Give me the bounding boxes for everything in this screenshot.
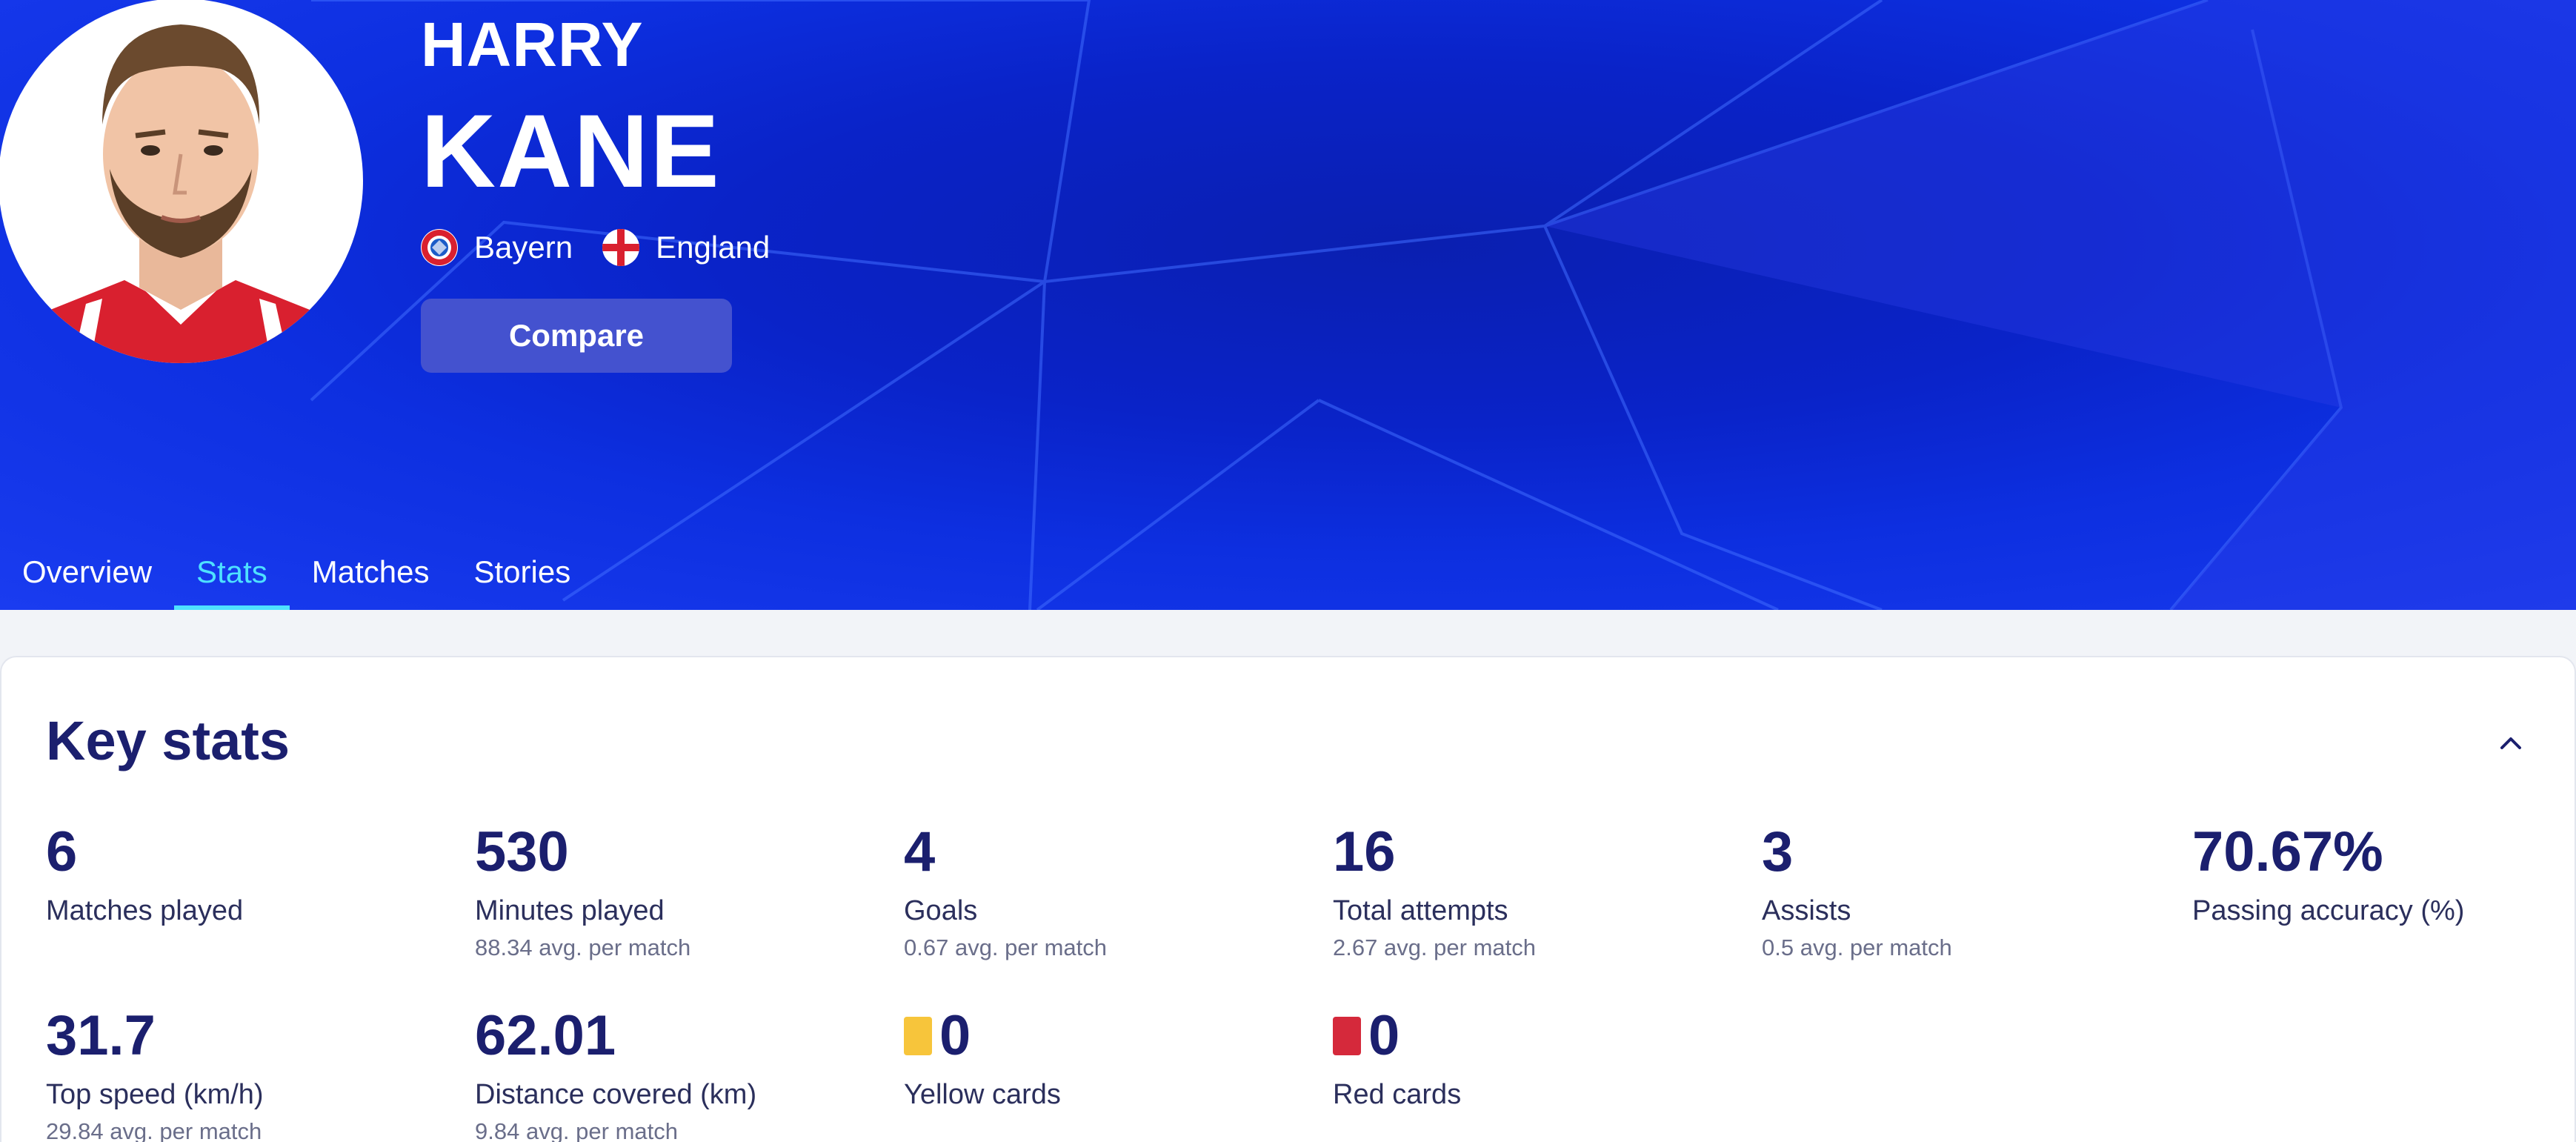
stat-average: 0.67 avg. per match <box>904 934 1107 960</box>
stat-distance-covered: 62.01 Distance covered (km) 9.84 avg. pe… <box>475 1008 756 1142</box>
stat-red-cards: 0 Red cards <box>1333 1008 1461 1111</box>
stat-value: 3 <box>1762 820 1794 883</box>
stat-value: 16 <box>1333 820 1396 883</box>
stat-value: 530 <box>475 820 569 883</box>
stat-label: Total attempts <box>1333 895 1508 926</box>
stat-average: 88.34 avg. per match <box>475 934 691 960</box>
red-card-icon <box>1333 1017 1361 1055</box>
yellow-card-icon <box>904 1017 932 1055</box>
tab-stats[interactable]: Stats <box>174 541 290 610</box>
stat-value-row: 0 <box>904 1008 1061 1064</box>
stat-value: 70.67% <box>2192 820 2383 883</box>
player-photo <box>28 24 332 363</box>
bayern-badge-icon <box>421 229 458 266</box>
stat-label: Passing accuracy (%) <box>2192 895 2465 926</box>
stat-label: Minutes played <box>475 895 665 926</box>
player-hero: HARRY KANE Bayern England Compare Overvi… <box>0 0 2576 610</box>
stat-average: 2.67 avg. per match <box>1333 934 1536 960</box>
stat-label: Red cards <box>1333 1079 1462 1110</box>
stat-value: 0 <box>1368 1004 1400 1067</box>
chevron-up-icon[interactable] <box>2496 731 2526 754</box>
player-teams: Bayern England <box>421 225 799 270</box>
stat-value: 0 <box>939 1004 971 1067</box>
stat-passing-accuracy: 70.67% Passing accuracy (%) <box>2192 824 2464 927</box>
stat-value-row: 0 <box>1333 1008 1461 1064</box>
stat-label: Goals <box>904 895 978 926</box>
tab-overview[interactable]: Overview <box>0 541 174 610</box>
club-link[interactable]: Bayern <box>421 229 573 266</box>
stat-label: Distance covered (km) <box>475 1079 757 1110</box>
tab-stories[interactable]: Stories <box>452 541 593 610</box>
stat-assists: 3 Assists 0.5 avg. per match <box>1762 824 1952 961</box>
stat-goals: 4 Goals 0.67 avg. per match <box>904 824 1107 961</box>
club-name: Bayern <box>474 230 573 265</box>
nation-link[interactable]: England <box>602 229 770 266</box>
player-tabs: Overview Stats Matches Stories <box>0 541 593 610</box>
stat-value: 6 <box>46 820 78 883</box>
england-flag-icon <box>602 229 640 266</box>
stat-yellow-cards: 0 Yellow cards <box>904 1008 1061 1111</box>
stat-label: Yellow cards <box>904 1079 1061 1110</box>
nation-name: England <box>656 230 771 265</box>
stat-value: 62.01 <box>475 1004 616 1067</box>
key-stats-title: Key stats <box>46 710 290 771</box>
stat-top-speed: 31.7 Top speed (km/h) 29.84 avg. per mat… <box>46 1008 264 1142</box>
stat-minutes-played: 530 Minutes played 88.34 avg. per match <box>475 824 690 961</box>
player-first-name: HARRY <box>421 10 644 79</box>
stat-value: 4 <box>904 820 936 883</box>
stat-value: 31.7 <box>46 1004 156 1067</box>
stat-average: 9.84 avg. per match <box>475 1118 678 1142</box>
key-stats-card: Key stats 6 Matches played 530 Minutes p… <box>0 656 2576 1142</box>
stat-label: Matches played <box>46 895 244 926</box>
stat-label: Assists <box>1762 895 1851 926</box>
stat-total-attempts: 16 Total attempts 2.67 avg. per match <box>1333 824 1536 961</box>
tab-matches[interactable]: Matches <box>290 541 452 610</box>
stat-label: Top speed (km/h) <box>46 1079 264 1110</box>
player-portrait <box>0 0 363 363</box>
stat-matches-played: 6 Matches played <box>46 824 243 927</box>
compare-button[interactable]: Compare <box>421 299 732 373</box>
player-last-name: KANE <box>421 93 721 209</box>
stat-average: 29.84 avg. per match <box>46 1118 262 1142</box>
starball-background <box>310 0 2576 610</box>
stat-average: 0.5 avg. per match <box>1762 934 1952 960</box>
